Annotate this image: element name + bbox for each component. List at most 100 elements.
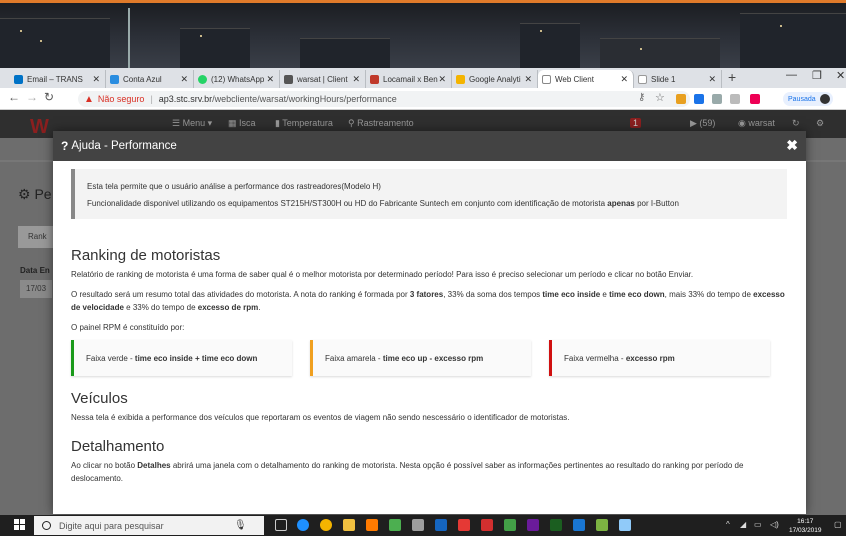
nav-rastreamento[interactable]: ⚲ Rastreamento xyxy=(348,118,414,129)
browser-tab[interactable]: warsat | Client ✕ xyxy=(280,70,366,88)
extension-icon[interactable] xyxy=(676,94,686,104)
rpm-intro: O painel RPM é constituído por: xyxy=(71,323,185,332)
veiculos-paragraph: Nessa tela é exibida a performance dos v… xyxy=(71,413,570,422)
key-icon[interactable]: ⚷ xyxy=(638,92,645,103)
app-icon[interactable] xyxy=(596,519,608,531)
tray-chevron-icon[interactable]: ^ xyxy=(726,520,730,529)
detalhamento-paragraph: Ao clicar no botão Detalhes abrirá uma j… xyxy=(71,461,744,483)
app-logo: W xyxy=(30,116,50,138)
user-menu[interactable]: ◉ warsat xyxy=(738,118,775,129)
browser-tab[interactable]: Email – TRANS ✕ xyxy=(10,70,106,88)
web-client-icon xyxy=(542,74,551,84)
panel-red: Faixa vermelha - excesso rpm xyxy=(549,340,770,376)
back-icon[interactable]: ← xyxy=(8,90,20,104)
edge-icon[interactable] xyxy=(297,519,309,531)
question-icon: ? xyxy=(61,139,69,153)
close-icon[interactable]: ✕ xyxy=(620,74,628,85)
extension-icon[interactable] xyxy=(730,94,740,104)
ranking-formula-paragraph: O resultado será um resumo total das ati… xyxy=(71,290,785,312)
close-icon[interactable]: ✕ xyxy=(352,74,360,85)
extension-icon[interactable] xyxy=(712,94,722,104)
warsat-icon xyxy=(284,74,293,84)
settings-gear-icon[interactable]: ⚙ xyxy=(816,118,824,129)
nav-isca[interactable]: ▦ Isca xyxy=(228,118,256,129)
browser-tab-strip: Email – TRANS ✕ Conta Azul ✕ (12) WhatsApp… xyxy=(0,68,846,88)
refresh-icon[interactable]: ↻ xyxy=(792,118,800,129)
app-icon[interactable] xyxy=(389,519,401,531)
close-icon[interactable]: ✕ xyxy=(266,74,274,85)
panel-green: Faixa verde - time eco inside + time eco… xyxy=(71,340,292,376)
reload-icon[interactable]: ↻ xyxy=(44,90,54,104)
app-icon[interactable] xyxy=(619,519,631,531)
bookmark-star-icon[interactable]: ☆ xyxy=(655,91,665,104)
word-icon[interactable] xyxy=(573,519,585,531)
modal-title: Ajuda - Performance xyxy=(71,140,177,152)
app-icon[interactable] xyxy=(481,519,493,531)
volume-icon[interactable]: ◁) xyxy=(770,520,779,529)
analytics-icon xyxy=(456,74,465,84)
desktop-wallpaper xyxy=(0,0,846,68)
warning-icon: ▲ xyxy=(84,93,94,105)
system-clock[interactable]: 16:17 17/03/2019 xyxy=(789,517,822,535)
network-icon[interactable]: ◢ xyxy=(740,520,746,529)
address-bar[interactable]: ▲ Não seguro | ap3.stc.srv.br/webcliente… xyxy=(78,91,690,107)
app-icon[interactable] xyxy=(366,519,378,531)
browser-tab[interactable]: Locamail x Ben ✕ xyxy=(366,70,452,88)
microphone-icon[interactable]: 🎙 xyxy=(234,520,247,531)
modal-header: ? Ajuda - Performance ✖ xyxy=(53,131,806,161)
locamail-icon xyxy=(370,74,379,84)
browser-tab[interactable]: Conta Azul ✕ xyxy=(106,70,194,88)
browser-tab[interactable]: (12) WhatsApp ✕ xyxy=(194,70,280,88)
maximize-icon[interactable]: ❐ xyxy=(812,69,822,82)
app-icon[interactable] xyxy=(527,519,539,531)
app-icon[interactable] xyxy=(504,519,516,531)
panel-yellow: Faixa amarela - time eco up - excesso rp… xyxy=(310,340,531,376)
windows-taskbar: Digite aqui para pesquisar 🎙 ^ ◢ ▭ ◁) 16… xyxy=(0,515,846,536)
close-window-icon[interactable]: ✕ xyxy=(836,69,845,82)
date-input[interactable]: 17/03 xyxy=(20,280,52,298)
minimize-icon[interactable]: — xyxy=(786,69,797,81)
windows-start-icon[interactable] xyxy=(14,519,26,531)
alert-badge[interactable]: 1 xyxy=(630,118,642,128)
nav-temperatura[interactable]: ▮ Temperatura xyxy=(275,118,333,129)
close-icon[interactable]: ✕ xyxy=(438,74,446,85)
close-icon[interactable]: ✕ xyxy=(708,74,716,85)
browser-tab[interactable]: Google Analyti ✕ xyxy=(452,70,538,88)
new-tab-button[interactable]: + xyxy=(728,69,736,85)
veiculos-heading: Veículos xyxy=(71,390,128,407)
close-icon[interactable]: ✕ xyxy=(524,74,532,85)
tab-ranking[interactable]: Rank xyxy=(18,226,58,248)
chrome-icon[interactable] xyxy=(320,519,332,531)
taskbar-search[interactable]: Digite aqui para pesquisar 🎙 xyxy=(34,516,264,535)
browser-tab-active[interactable]: Web Client ✕ xyxy=(538,70,634,88)
profile-paused-button[interactable]: Pausada xyxy=(783,92,833,106)
ranking-paragraph: Relatório de ranking de motorista é uma … xyxy=(71,270,694,279)
avatar xyxy=(819,94,830,104)
close-button[interactable]: ✖ xyxy=(786,137,798,154)
detalhamento-heading: Detalhamento xyxy=(71,438,165,455)
forward-icon[interactable]: → xyxy=(26,90,38,104)
excel-icon[interactable] xyxy=(550,519,562,531)
battery-icon[interactable]: ▭ xyxy=(754,520,762,529)
date-label: Data En xyxy=(20,266,50,275)
notifications-count[interactable]: ▶ (59) xyxy=(690,118,715,129)
browser-tab[interactable]: Slide 1 ✕ xyxy=(634,70,722,88)
file-explorer-icon[interactable] xyxy=(343,519,355,531)
ranking-heading: Ranking de motoristas xyxy=(71,247,221,264)
task-view-icon[interactable] xyxy=(275,519,287,531)
app-icon[interactable] xyxy=(458,519,470,531)
calculator-icon[interactable] xyxy=(412,519,424,531)
help-modal: ? Ajuda - Performance ✖ Esta tela permit… xyxy=(53,131,806,514)
rpm-panels: Faixa verde - time eco inside + time eco… xyxy=(71,340,787,376)
extension-icon[interactable] xyxy=(750,94,760,104)
nav-menu[interactable]: ☰ Menu ▾ xyxy=(172,118,212,129)
app-icon[interactable] xyxy=(435,519,447,531)
page-icon xyxy=(638,74,647,84)
close-icon[interactable]: ✕ xyxy=(180,74,188,85)
notification-center-icon[interactable]: ▢ xyxy=(834,520,842,529)
conta-azul-icon xyxy=(110,74,119,84)
extension-icon[interactable] xyxy=(694,94,704,104)
info-notice: Esta tela permite que o usuário análise … xyxy=(71,169,787,219)
cortana-icon xyxy=(42,521,51,530)
close-icon[interactable]: ✕ xyxy=(92,74,100,85)
